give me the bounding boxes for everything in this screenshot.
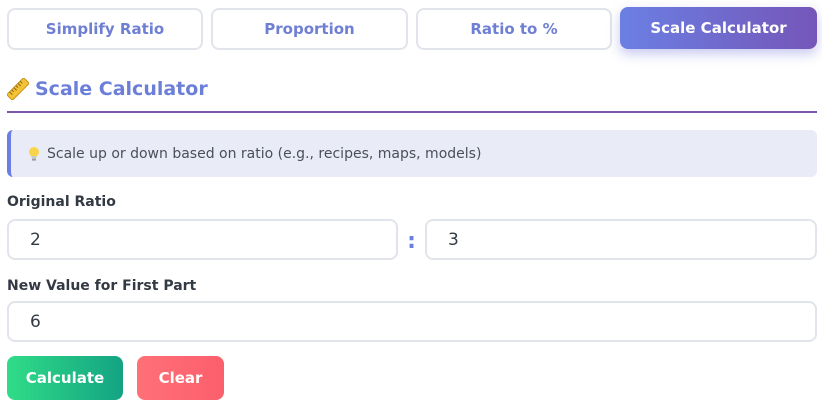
tab-bar: Simplify Ratio Proportion Ratio to % Sca…	[7, 7, 817, 51]
clear-button[interactable]: Clear	[137, 356, 224, 400]
ruler-icon	[6, 77, 30, 101]
new-value-label: New Value for First Part	[7, 278, 197, 294]
new-value-input[interactable]	[7, 301, 817, 342]
info-text: Scale up or down based on ratio (e.g., r…	[47, 145, 482, 162]
title-divider	[7, 111, 817, 113]
info-box: Scale up or down based on ratio (e.g., r…	[7, 130, 817, 177]
lightbulb-icon	[27, 146, 41, 162]
tab-proportion[interactable]: Proportion	[211, 8, 408, 50]
scale-calculator-page: Simplify Ratio Proportion Ratio to % Sca…	[0, 0, 822, 407]
tab-ratio-to-percent[interactable]: Ratio to %	[416, 8, 612, 50]
calculate-button[interactable]: Calculate	[7, 356, 123, 400]
ratio-separator: :	[407, 229, 416, 254]
ratio-second-input[interactable]	[425, 219, 817, 260]
section-title: Scale Calculator	[6, 74, 208, 104]
tab-simplify-ratio[interactable]: Simplify Ratio	[7, 8, 203, 50]
original-ratio-label: Original Ratio	[7, 194, 116, 210]
tab-scale-calculator[interactable]: Scale Calculator	[620, 7, 817, 49]
ratio-first-input[interactable]	[7, 219, 398, 260]
section-title-text: Scale Calculator	[35, 78, 208, 100]
